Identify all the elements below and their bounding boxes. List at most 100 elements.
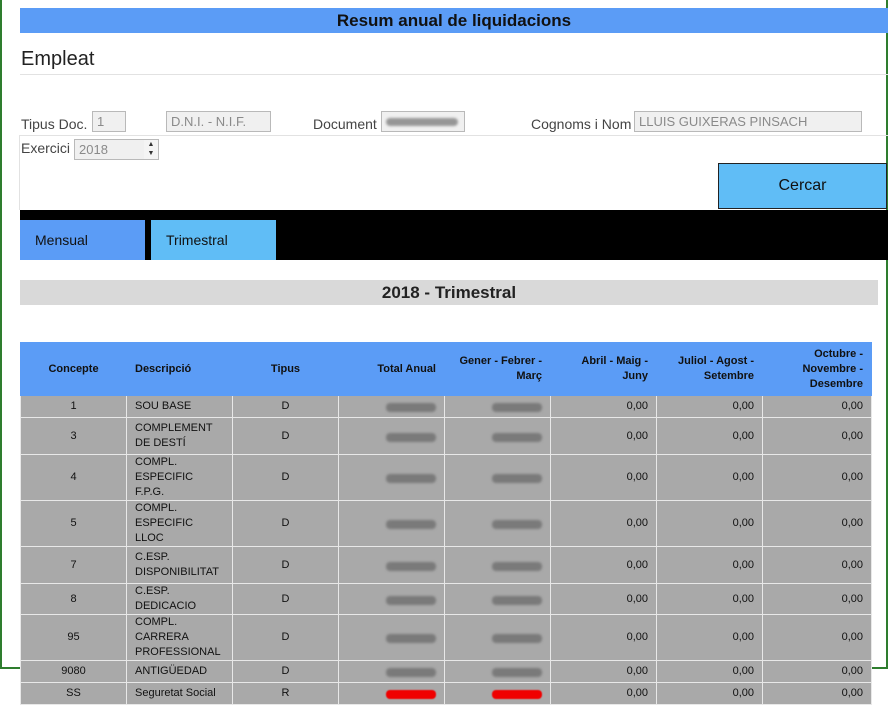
page-title: Resum anual de liquidacions — [20, 8, 888, 33]
description-cell: C.ESP. DEDICACIO — [126, 583, 233, 615]
redacted-mark — [347, 429, 436, 444]
annual-total-cell — [338, 660, 445, 683]
q1-cell — [444, 546, 551, 584]
table-row: SS Seguretat Social R 0,00 0,00 0,00 — [20, 682, 872, 705]
table-row: 9080 ANTIGÜEDAD D 0,00 0,00 0,00 — [20, 660, 872, 683]
table-row: 5 COMPL. ESPECIFIC LLOC D 0,00 0,00 0,00 — [20, 500, 872, 547]
concept-cell: 3 — [20, 417, 127, 455]
type-cell: D — [232, 583, 339, 615]
redacted-mark — [453, 399, 542, 414]
description-cell: C.ESP. DISPONIBILITAT — [126, 546, 233, 584]
concept-cell: SS — [20, 682, 127, 705]
q1-cell — [444, 417, 551, 455]
col-header: Juliol - Agost - Setembre — [656, 342, 763, 396]
col-header: Gener - Febrer - Març — [444, 342, 551, 396]
concept-cell: 4 — [20, 454, 127, 501]
year-input[interactable]: 2018 — [74, 139, 145, 160]
redacted-mark — [347, 664, 436, 679]
q2-cell: 0,00 — [550, 417, 657, 455]
summary-table: Concepte Descripció Tipus Total Anual Ge… — [20, 342, 872, 705]
redacted-mark — [347, 630, 436, 645]
q1-cell — [444, 614, 551, 661]
redacted-mark — [453, 516, 542, 531]
q4-cell: 0,00 — [762, 417, 872, 455]
q2-cell: 0,00 — [550, 583, 657, 615]
doc-type-input[interactable]: 1 — [92, 111, 126, 132]
tab-monthly[interactable]: Mensual — [20, 220, 145, 260]
q3-cell: 0,00 — [656, 546, 763, 584]
q1-cell — [444, 454, 551, 501]
col-header: Tipus — [232, 342, 339, 396]
name-input[interactable]: LLUIS GUIXERAS PINSACH — [634, 111, 862, 132]
col-header: Octubre - Novembre - Desembre — [762, 342, 872, 396]
q1-cell — [444, 500, 551, 547]
description-cell: COMPL. ESPECIFIC LLOC — [126, 500, 233, 547]
redacted-mark — [453, 686, 542, 701]
q3-cell: 0,00 — [656, 395, 763, 418]
q2-cell: 0,00 — [550, 614, 657, 661]
type-cell: D — [232, 614, 339, 661]
year-spinner[interactable]: ▲ ▼ — [144, 139, 159, 160]
q3-cell: 0,00 — [656, 500, 763, 547]
redacted-mark — [347, 399, 436, 414]
q4-cell: 0,00 — [762, 614, 872, 661]
redacted-mark — [453, 558, 542, 573]
redacted-mark — [453, 429, 542, 444]
type-cell: D — [232, 395, 339, 418]
tab-quarterly[interactable]: Trimestral — [151, 220, 276, 260]
q3-cell: 0,00 — [656, 454, 763, 501]
annual-total-cell — [338, 583, 445, 615]
table-row: 3 COMPLEMENT DE DESTÍ D 0,00 0,00 0,00 — [20, 417, 872, 455]
q3-cell: 0,00 — [656, 417, 763, 455]
concept-cell: 1 — [20, 395, 127, 418]
period-heading: 2018 - Trimestral — [20, 280, 878, 305]
redacted-mark — [453, 592, 542, 607]
annual-total-cell — [338, 500, 445, 547]
description-cell: COMPLEMENT DE DESTÍ — [126, 417, 233, 455]
type-cell: D — [232, 660, 339, 683]
q3-cell: 0,00 — [656, 660, 763, 683]
q1-cell — [444, 395, 551, 418]
divider — [20, 135, 888, 136]
tab-bar: Mensual Trimestral — [20, 210, 888, 260]
redacted-mark — [347, 592, 436, 607]
table-header-row: Concepte Descripció Tipus Total Anual Ge… — [20, 342, 872, 396]
col-header: Total Anual — [338, 342, 445, 396]
redacted-mark — [453, 630, 542, 645]
concept-cell: 9080 — [20, 660, 127, 683]
q3-cell: 0,00 — [656, 583, 763, 615]
q1-cell — [444, 660, 551, 683]
redacted-mark — [386, 118, 458, 126]
spin-up-icon[interactable]: ▲ — [144, 140, 158, 149]
concept-cell: 7 — [20, 546, 127, 584]
description-cell: ANTIGÜEDAD — [126, 660, 233, 683]
year-label: Exercici — [21, 140, 71, 156]
dni-input[interactable]: D.N.I. - N.I.F. — [166, 111, 271, 132]
q2-cell: 0,00 — [550, 660, 657, 683]
document-input[interactable] — [381, 111, 465, 132]
annual-total-cell — [338, 546, 445, 584]
col-header: Descripció — [126, 342, 233, 396]
type-cell: R — [232, 682, 339, 705]
q2-cell: 0,00 — [550, 454, 657, 501]
redacted-mark — [453, 470, 542, 485]
q3-cell: 0,00 — [656, 682, 763, 705]
q2-cell: 0,00 — [550, 682, 657, 705]
description-cell: SOU BASE — [126, 395, 233, 418]
redacted-mark — [347, 686, 436, 701]
annual-total-cell — [338, 682, 445, 705]
table-row: 4 COMPL. ESPECIFIC F.P.G. D 0,00 0,00 0,00 — [20, 454, 872, 501]
description-cell: COMPL. ESPECIFIC F.P.G. — [126, 454, 233, 501]
col-header: Abril - Maig - Juny — [550, 342, 657, 396]
redacted-mark — [347, 558, 436, 573]
spin-down-icon[interactable]: ▼ — [144, 149, 158, 158]
q2-cell: 0,00 — [550, 500, 657, 547]
type-cell: D — [232, 417, 339, 455]
search-button[interactable]: Cercar — [718, 163, 887, 209]
q4-cell: 0,00 — [762, 395, 872, 418]
q4-cell: 0,00 — [762, 546, 872, 584]
annual-total-cell — [338, 417, 445, 455]
employee-section-title: Empleat — [21, 48, 95, 70]
description-cell: Seguretat Social — [126, 682, 233, 705]
q2-cell: 0,00 — [550, 546, 657, 584]
